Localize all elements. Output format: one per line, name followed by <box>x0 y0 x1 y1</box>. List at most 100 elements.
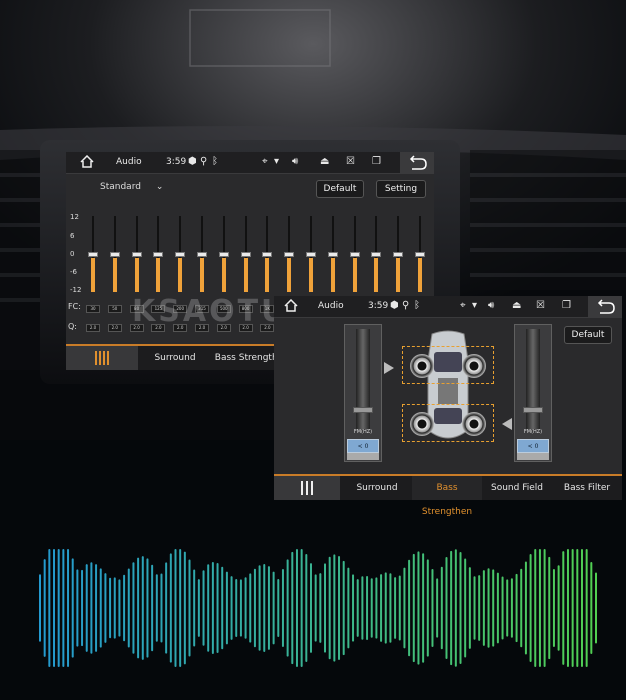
shield-icon: ⬢ <box>188 156 197 167</box>
close-window-icon[interactable]: ☒ <box>346 156 355 168</box>
tab-surround[interactable]: Surround <box>140 346 210 370</box>
back-button[interactable] <box>400 152 434 174</box>
fm-label: FM(HZ) <box>523 429 543 435</box>
slider-knob[interactable] <box>393 252 404 257</box>
close-window-icon[interactable]: ☒ <box>536 300 545 312</box>
back-arrow-icon <box>597 299 615 314</box>
slider-fill <box>287 258 292 292</box>
eq-band-slider[interactable] <box>153 216 164 292</box>
eq-band-slider[interactable] <box>371 216 382 292</box>
recent-apps-icon[interactable]: ❐ <box>372 156 381 168</box>
eject-icon[interactable]: ⏏ <box>512 300 521 312</box>
eject-icon[interactable]: ⏏ <box>320 156 329 168</box>
slider-track <box>526 329 540 429</box>
slider-knob[interactable] <box>153 252 164 257</box>
setting-button[interactable]: Setting <box>376 180 426 198</box>
slider-footer <box>517 453 549 460</box>
rear-left-speaker[interactable] <box>410 412 434 436</box>
home-icon[interactable] <box>80 154 94 172</box>
bluetooth-icon: ᛒ <box>212 156 218 167</box>
tab-surround[interactable]: Surround <box>342 476 412 500</box>
location-icon: ⌖ <box>460 300 466 311</box>
eq-band-slider[interactable] <box>393 216 404 292</box>
default-button[interactable]: Default <box>564 326 612 344</box>
front-left-speaker[interactable] <box>410 354 434 378</box>
slider-fill <box>134 258 139 292</box>
slider-knob[interactable] <box>349 252 360 257</box>
left-vent <box>0 150 40 370</box>
front-right-speaker[interactable] <box>462 354 486 378</box>
slider-knob[interactable] <box>353 407 373 413</box>
slider-knob[interactable] <box>371 252 382 257</box>
slider-knob[interactable] <box>284 252 295 257</box>
clock: 3:59 <box>166 157 187 167</box>
eq-band-slider[interactable] <box>284 216 295 292</box>
tab-sound-field[interactable]: Sound Field <box>482 476 552 500</box>
slider-fill <box>352 258 357 292</box>
slider-knob[interactable] <box>109 252 120 257</box>
fm-label: FM(HZ) <box>353 429 373 435</box>
bass-strengthen-screen: Audio 3:59 ⬢ ⚲ ᛒ ⌖ ▾ 🔊︎ ⏏ ☒ ❐ Default FM… <box>274 296 622 517</box>
back-button[interactable] <box>588 296 622 318</box>
tab-bass-strengthen[interactable]: Bass Strengthen <box>412 476 482 517</box>
right-bass-slider[interactable]: FM(HZ) < 0 <box>514 324 552 462</box>
usb-icon: ⚲ <box>200 156 208 167</box>
default-button[interactable]: Default <box>316 180 364 198</box>
volume-icon[interactable]: 🔊︎ <box>488 300 494 312</box>
preset-label: Standard <box>100 182 141 192</box>
back-arrow-icon <box>409 155 427 170</box>
slider-knob[interactable] <box>415 252 425 257</box>
left-value-box[interactable]: < 0 <box>347 439 379 453</box>
eq-band-slider[interactable] <box>240 216 251 292</box>
fc-value[interactable]: 30 <box>86 305 100 313</box>
slider-knob[interactable] <box>197 252 207 257</box>
eq-band-slider[interactable] <box>88 216 98 292</box>
tab-equalizer[interactable] <box>66 346 138 370</box>
bass-tab-bar: Surround Bass Strengthen Sound Field Bas… <box>274 474 622 517</box>
slider-knob[interactable] <box>240 252 251 257</box>
left-bass-slider[interactable]: FM(HZ) < 0 <box>344 324 382 462</box>
left-arrow-pointer <box>384 362 394 374</box>
fc-value[interactable]: 50 <box>107 305 122 313</box>
right-value-box[interactable]: < 0 <box>517 439 549 453</box>
eq-band-slider[interactable] <box>109 216 120 292</box>
slider-footer <box>347 453 379 460</box>
eq-band-slider[interactable] <box>131 216 142 292</box>
eq-band-slider[interactable] <box>306 216 316 292</box>
slider-fill <box>112 258 117 292</box>
slider-knob[interactable] <box>262 252 273 257</box>
eq-band-slider[interactable] <box>415 216 425 292</box>
slider-knob[interactable] <box>327 252 338 257</box>
slider-knob[interactable] <box>131 252 142 257</box>
tab-bass-filter[interactable]: Bass Filter <box>552 476 622 500</box>
recent-apps-icon[interactable]: ❐ <box>562 300 571 312</box>
eq-band-slider[interactable] <box>327 216 338 292</box>
eq-band-slider[interactable] <box>349 216 360 292</box>
share-icon: < <box>357 443 363 450</box>
tab-equalizer[interactable] <box>274 476 340 500</box>
volume-icon[interactable]: 🔊︎ <box>292 156 298 168</box>
usb-icon: ⚲ <box>402 300 410 311</box>
q-value[interactable]: 2.0 <box>107 324 122 332</box>
eq-band-slider[interactable] <box>218 216 229 292</box>
slider-knob[interactable] <box>175 252 186 257</box>
eq-band-slider[interactable] <box>175 216 186 292</box>
slider-knob[interactable] <box>218 252 229 257</box>
slider-knob[interactable] <box>306 252 316 257</box>
home-icon[interactable] <box>284 298 298 316</box>
slider-fill <box>374 258 379 292</box>
y-tick: 6 <box>70 232 75 240</box>
q-value[interactable]: 2.0 <box>86 324 100 332</box>
app-title: Audio <box>318 301 344 311</box>
y-tick: 0 <box>70 250 75 258</box>
preset-selector[interactable]: Standard ⌄ <box>100 182 163 192</box>
status-bar: Audio 3:59 ⬢ ⚲ ᛒ ⌖ ▾ 🔊︎ ⏏ ☒ ❐ <box>66 152 434 174</box>
eq-band-slider[interactable] <box>262 216 273 292</box>
rear-right-speaker[interactable] <box>462 412 486 436</box>
equalizer-icon <box>301 481 313 495</box>
bluetooth-icon: ᛒ <box>414 300 420 311</box>
slider-fill <box>330 258 335 292</box>
slider-knob[interactable] <box>523 407 543 413</box>
slider-knob[interactable] <box>88 252 98 257</box>
eq-band-slider[interactable] <box>197 216 207 292</box>
